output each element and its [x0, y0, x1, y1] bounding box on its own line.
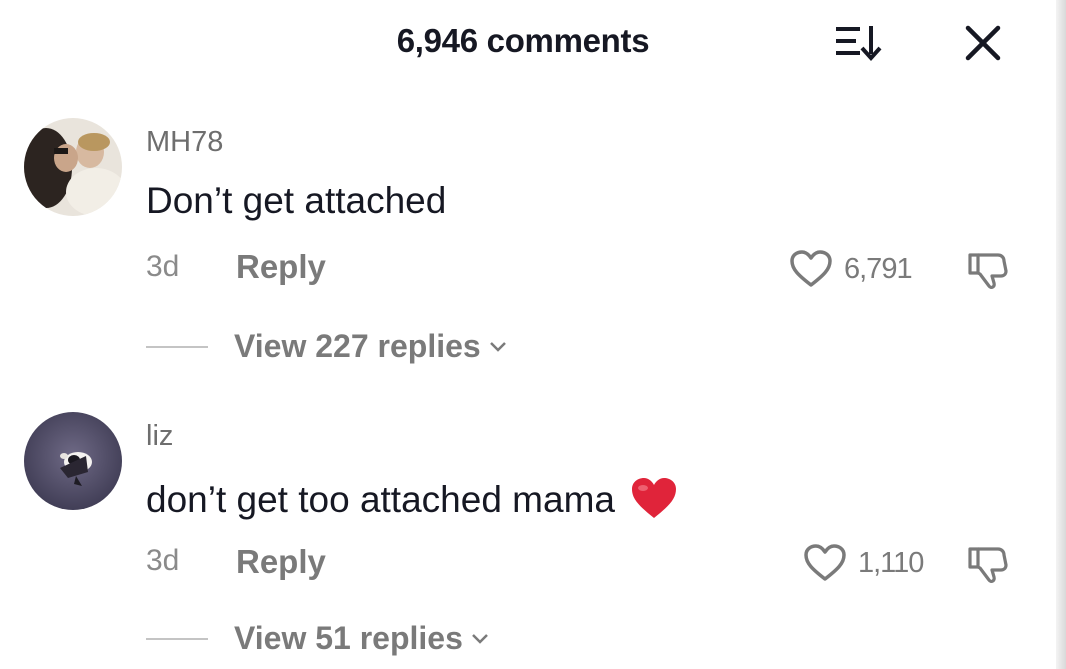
chevron-down-icon [472, 633, 488, 644]
comments-count-title: 6,946 comments [396, 22, 650, 59]
comment-username[interactable]: MH78 [146, 126, 223, 159]
avatar[interactable] [24, 118, 122, 216]
sort-button[interactable] [832, 22, 882, 64]
comments-sheet: 6,946 comments MH78 Don’t get attached 3… [0, 0, 1066, 669]
thumbs-down-icon [968, 253, 1008, 290]
red-heart-emoji [631, 478, 676, 518]
comment-age: 3d [146, 544, 180, 577]
reply-button[interactable]: Reply [236, 543, 326, 581]
view-replies-button[interactable]: View 227 replies [146, 328, 509, 365]
dislike-button[interactable] [964, 249, 1014, 291]
avatar-image [24, 118, 122, 216]
close-icon [965, 25, 1001, 61]
like-count: 1,110 [858, 546, 924, 579]
reply-button[interactable]: Reply [236, 248, 326, 286]
view-replies-label: View 227 replies [234, 328, 481, 364]
replies-divider-line [146, 345, 208, 348]
like-button[interactable]: 1,110 [802, 543, 924, 583]
comment-age: 3d [146, 250, 180, 283]
replies-divider-line [146, 637, 208, 640]
dislike-button[interactable] [964, 543, 1014, 585]
view-replies-button[interactable]: View 51 replies [146, 620, 491, 657]
like-button[interactable]: 6,791 [788, 249, 913, 289]
chevron-down-icon [489, 341, 506, 352]
comment-text: Don’t get attached [146, 180, 447, 221]
like-count: 6,791 [844, 252, 913, 285]
avatar-image [24, 412, 122, 510]
comment-username[interactable]: liz [146, 420, 173, 453]
heart-outline-icon [790, 250, 832, 287]
heart-outline-icon [804, 544, 846, 581]
comment-text-content: don’t get too attached mama [146, 479, 615, 520]
view-replies-label: View 51 replies [234, 620, 463, 656]
avatar[interactable] [24, 412, 122, 510]
comment-text: don’t get too attached mama [146, 476, 679, 521]
thumbs-down-icon [968, 547, 1008, 584]
sort-icon [836, 26, 882, 61]
scroll-edge [1056, 0, 1066, 669]
close-button[interactable] [962, 22, 1004, 64]
